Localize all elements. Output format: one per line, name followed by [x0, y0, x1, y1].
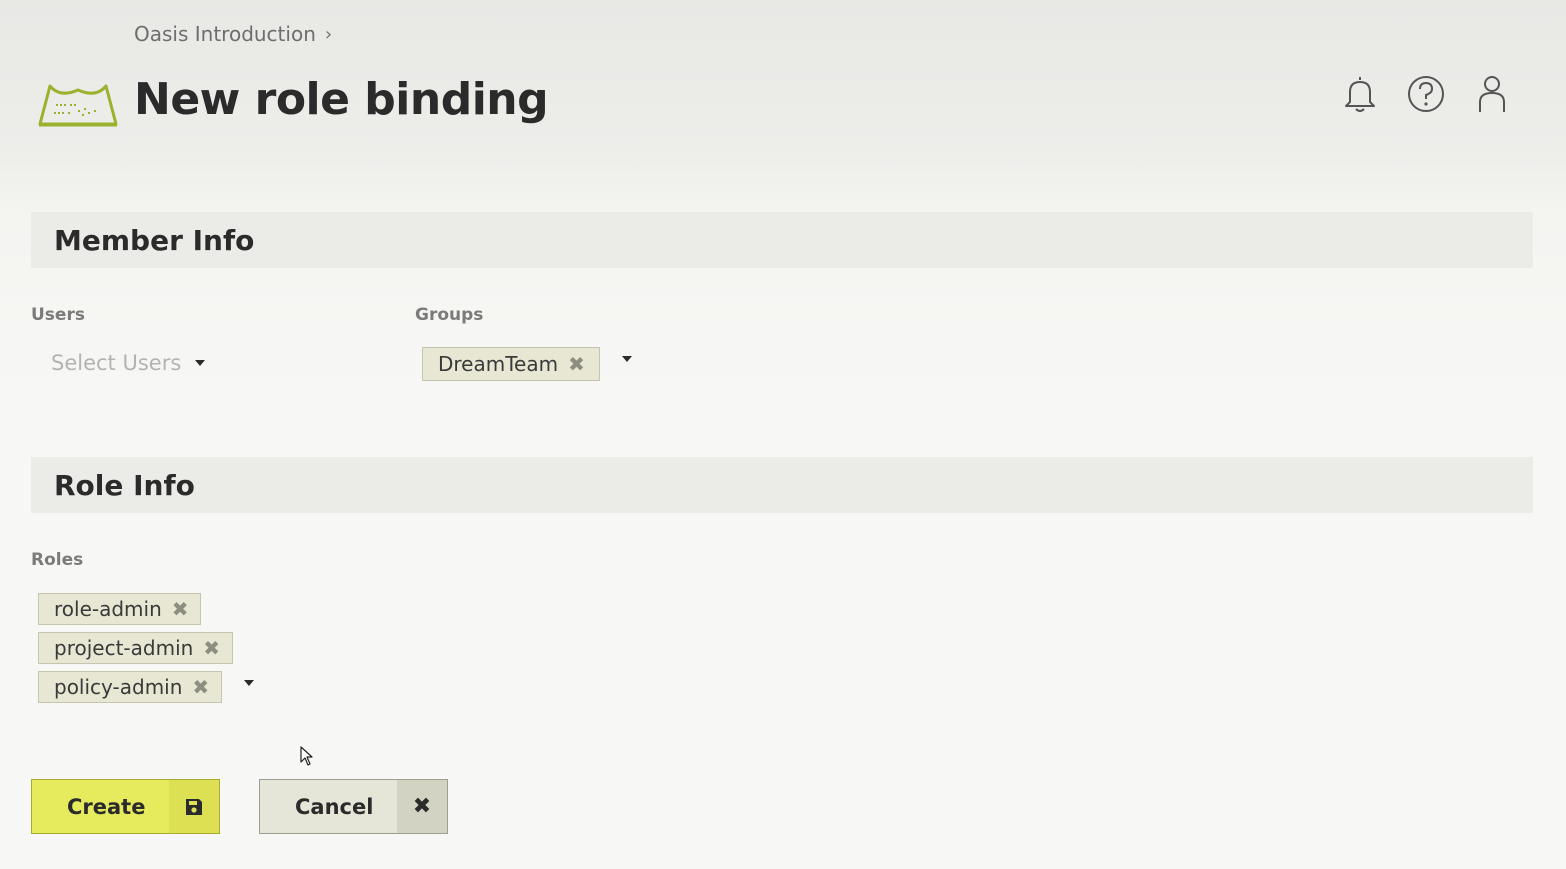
- role-tag-label: role-admin: [54, 597, 162, 621]
- member-info-header: Member Info: [31, 212, 1533, 268]
- create-button-label: Create: [67, 794, 146, 819]
- users-label: Users: [31, 305, 85, 325]
- remove-icon[interactable]: ✖: [172, 599, 189, 619]
- notifications-button[interactable]: [1340, 74, 1380, 114]
- groups-label: Groups: [415, 305, 484, 325]
- header-actions: [1340, 74, 1512, 114]
- help-icon: [1408, 76, 1444, 112]
- roles-dropdown-caret-icon[interactable]: [244, 680, 254, 686]
- role-tag: role-admin ✖: [38, 593, 201, 625]
- role-info-header: Role Info: [31, 457, 1533, 513]
- remove-icon[interactable]: ✖: [192, 677, 209, 697]
- close-icon: ✖: [397, 780, 447, 833]
- groups-dropdown-caret-icon[interactable]: [622, 356, 632, 362]
- user-menu-button[interactable]: [1472, 74, 1512, 114]
- caret-down-icon[interactable]: [195, 360, 206, 366]
- breadcrumb: Oasis Introduction ›: [134, 22, 332, 46]
- remove-icon[interactable]: ✖: [568, 354, 585, 374]
- remove-icon[interactable]: ✖: [203, 638, 220, 658]
- user-icon: [1479, 76, 1505, 112]
- group-tag: DreamTeam ✖: [422, 347, 600, 381]
- role-tag: policy-admin ✖: [38, 671, 222, 703]
- cancel-button-label: Cancel: [295, 794, 374, 819]
- help-button[interactable]: [1406, 74, 1446, 114]
- logo-icon: [38, 84, 118, 127]
- mouse-cursor-icon: [300, 746, 313, 766]
- role-tag-label: policy-admin: [54, 675, 183, 699]
- group-tag-label: DreamTeam: [438, 352, 559, 376]
- role-tag-label: project-admin: [54, 636, 194, 660]
- chevron-right-icon: ›: [324, 23, 333, 45]
- cancel-button[interactable]: Cancel ✖: [259, 779, 448, 834]
- create-button[interactable]: Create: [31, 779, 220, 834]
- users-select-placeholder: Select Users: [51, 351, 182, 375]
- page-title: New role binding: [134, 74, 549, 125]
- save-icon: [169, 780, 219, 833]
- bell-icon: [1345, 77, 1375, 112]
- roles-label: Roles: [31, 550, 84, 570]
- breadcrumb-link[interactable]: Oasis Introduction: [134, 22, 316, 46]
- role-tag: project-admin ✖: [38, 632, 233, 664]
- users-select[interactable]: Select Users: [51, 351, 206, 375]
